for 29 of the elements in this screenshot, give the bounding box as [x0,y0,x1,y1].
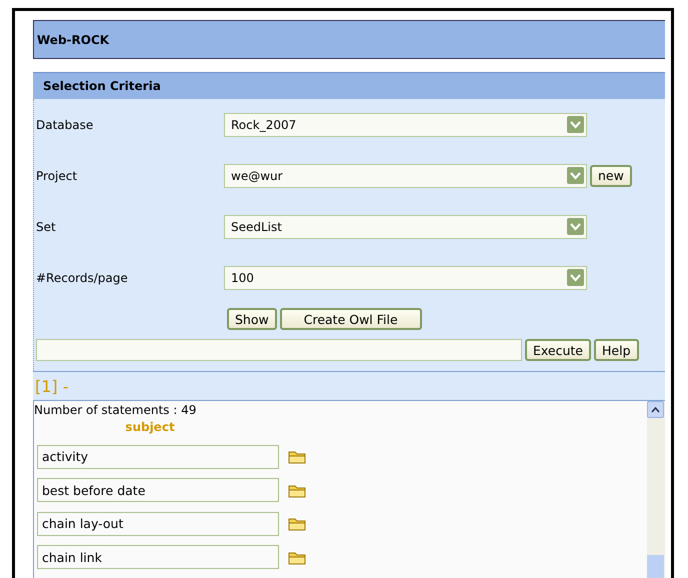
subject-field[interactable]: best before date [37,478,279,502]
query-button[interactable]: Help [594,339,638,361]
subject-field[interactable]: chain link [37,545,279,570]
page-marker: [1] - [34,376,69,396]
section-title: Selection Criteria [33,72,665,99]
query-field[interactable] [36,339,522,361]
subject-field[interactable]: activity [37,444,279,469]
folder-icon[interactable] [288,550,307,565]
scroll-up-icon[interactable] [651,406,660,412]
new-button[interactable]: new [590,164,632,186]
action-button[interactable]: Show [227,308,277,330]
field-label: Project [36,168,78,182]
dropdown[interactable]: Rock_2007 [224,112,587,136]
field-label: Set [36,220,57,234]
action-button[interactable]: Create Owl File [280,308,422,330]
folder-icon[interactable] [288,482,307,498]
scrollbar[interactable] [647,401,665,578]
column-heading: subject [124,420,176,434]
dropdown[interactable]: we@wur [224,164,587,188]
dropdown[interactable]: 100 [224,266,587,290]
statement-count: Number of statements : 49 [34,402,198,417]
field-label: Database [36,118,94,132]
folder-icon[interactable] [288,449,307,464]
dropdown[interactable]: SeedList [224,214,587,238]
query-button[interactable]: Execute [525,339,591,361]
app-title: Web-ROCK [33,20,665,59]
folder-icon[interactable] [288,516,307,532]
field-label: #Records/page [36,270,129,284]
subject-field[interactable]: chain lay-out [37,512,279,536]
